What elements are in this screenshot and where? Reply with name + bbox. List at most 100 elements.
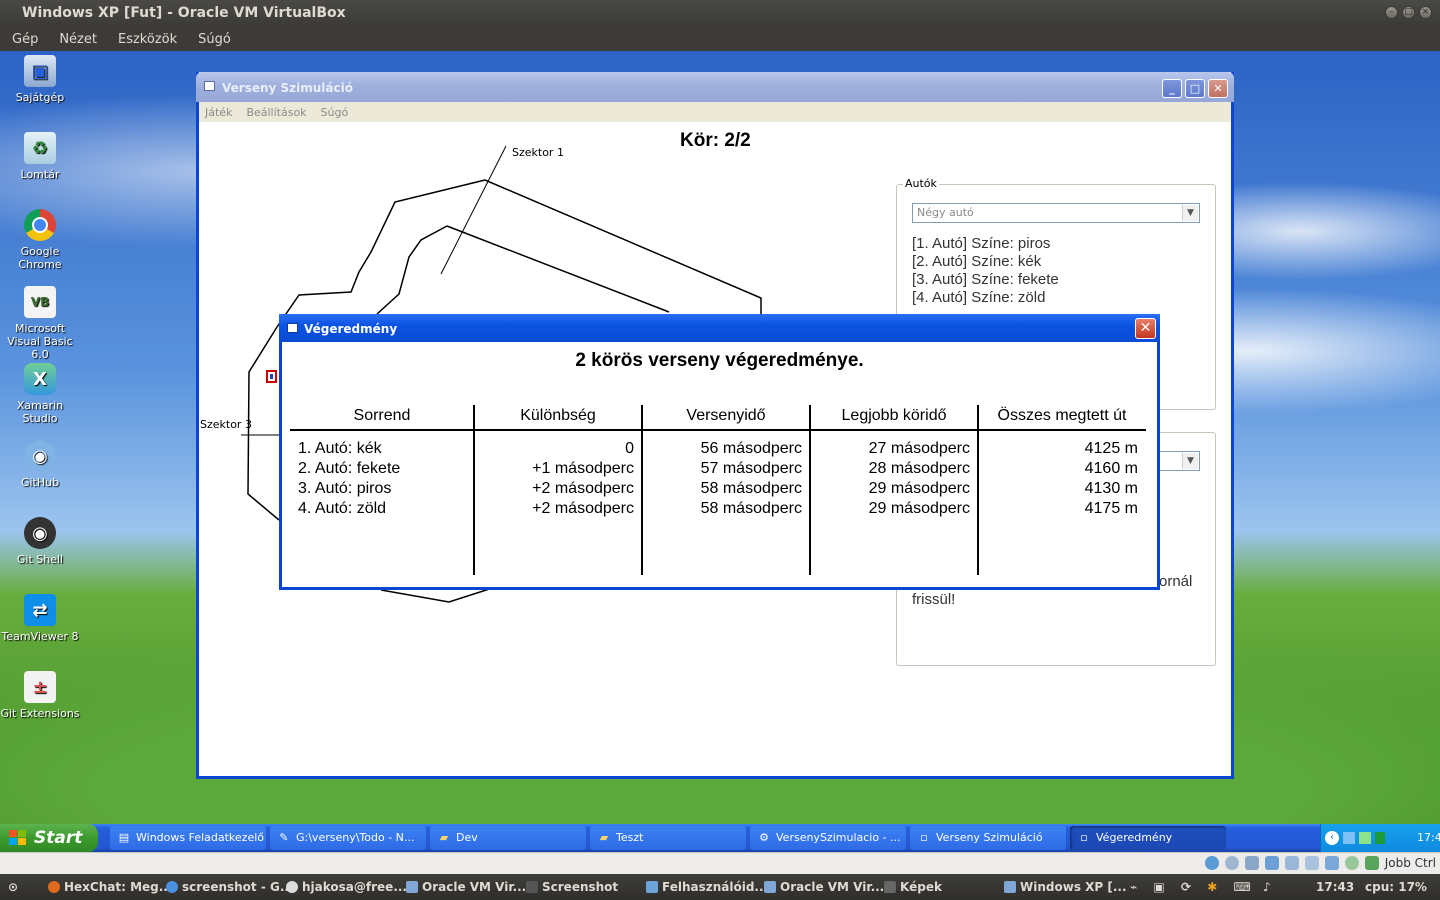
- menu-view[interactable]: Nézet: [47, 32, 106, 47]
- desktop-icon-teamviewer[interactable]: ⇄ TeamViewer 8: [0, 594, 80, 643]
- github-icon: ◉: [24, 440, 56, 472]
- results-heading: 2 körös verseny végeredménye.: [575, 350, 864, 371]
- status-icon[interactable]: ✱: [1207, 880, 1217, 894]
- desktop-icon-label: Git Extensions: [0, 707, 80, 720]
- usb-icon[interactable]: [1244, 856, 1259, 870]
- chevron-left-icon[interactable]: ‹: [1325, 831, 1339, 845]
- panel-window-item[interactable]: Felhasználóid...: [646, 880, 768, 894]
- task-item[interactable]: ▫ Verseny Szimuláció: [910, 826, 1066, 850]
- optical-drive-icon[interactable]: [1224, 856, 1239, 870]
- task-item[interactable]: ▤ Windows Feladatkezelő: [110, 826, 266, 850]
- network-icon[interactable]: [1304, 856, 1319, 870]
- keyboard-icon[interactable]: ⌨: [1233, 880, 1250, 894]
- battery-icon[interactable]: [1375, 832, 1385, 844]
- display-icon[interactable]: [1284, 856, 1299, 870]
- table-cell: 57 másodperc: [700, 460, 802, 477]
- desktop-icon-visual-basic[interactable]: VB Microsoft Visual Basic 6.0: [0, 286, 80, 361]
- safely-remove-icon[interactable]: [1359, 832, 1371, 844]
- task-item[interactable]: ✎ G:\verseny\Todo - N...: [270, 826, 426, 850]
- desktop-icon-label: Sajátgép: [15, 91, 65, 104]
- bluetooth-icon[interactable]: ⌁: [1130, 880, 1137, 894]
- info-text-line: frissül!: [912, 591, 956, 608]
- column-divider: [641, 405, 643, 575]
- desktop-icon-recycle-bin[interactable]: ♻ Lomtár: [0, 132, 80, 181]
- column-header: Összes megtett út: [978, 405, 1146, 431]
- task-label: Verseny Szimuláció: [936, 831, 1043, 844]
- recycle-bin-icon: ♻: [24, 132, 56, 164]
- panel-item-label: hjakosa@free...: [302, 880, 407, 894]
- menu-settings[interactable]: Beállítások: [240, 106, 314, 119]
- close-button[interactable]: ✕: [1135, 318, 1156, 339]
- ubuntu-clock[interactable]: 17:43: [1316, 880, 1354, 894]
- network-icon[interactable]: [1343, 832, 1355, 844]
- video-capture-icon[interactable]: [1324, 856, 1339, 870]
- menu-tools[interactable]: Eszközök: [106, 32, 186, 47]
- window-title: Verseny Szimuláció: [222, 81, 353, 95]
- app-menu-bar: Játék Beállítások Súgó: [199, 102, 1231, 122]
- desktop-icon-chrome[interactable]: Google Chrome: [0, 209, 80, 271]
- menu-help[interactable]: Súgó: [315, 106, 357, 119]
- desktop-icon-git-extensions[interactable]: ± Git Extensions: [0, 671, 80, 720]
- chevron-down-icon[interactable]: ▼: [1182, 205, 1198, 221]
- table-cell: 4. Autó: zöld: [298, 500, 387, 517]
- maximize-icon[interactable]: □: [1402, 6, 1415, 19]
- column-header: Versenyidő: [642, 405, 810, 431]
- chevron-down-icon[interactable]: ▼: [1182, 453, 1198, 469]
- hard-disk-icon[interactable]: [1204, 856, 1219, 870]
- task-item[interactable]: ▰ Teszt: [590, 826, 746, 850]
- minimize-button[interactable]: _: [1162, 79, 1182, 98]
- menu-machine[interactable]: Gép: [0, 32, 47, 47]
- results-dialog-title-bar[interactable]: Végeredmény ✕: [279, 314, 1160, 342]
- panel-window-item-active[interactable]: Windows XP [...: [1004, 880, 1127, 894]
- xamarin-icon: X: [24, 363, 56, 395]
- volume-icon[interactable]: ♪: [1263, 880, 1271, 894]
- car-line: [3. Autó] Színe: fekete: [912, 271, 1059, 288]
- drive-icon[interactable]: ▣: [1153, 880, 1164, 894]
- virtualbox-window-controls: – □ ×: [1385, 6, 1432, 19]
- panel-window-item[interactable]: HexChat: Meg...: [48, 880, 172, 894]
- desktop-icon-git-shell[interactable]: ◉ Git Shell: [0, 517, 80, 566]
- table-cell: 4125 m: [1084, 440, 1138, 457]
- table-cell: 29 másodperc: [868, 480, 970, 497]
- table-cell: 0: [625, 440, 634, 457]
- column-divider: [809, 405, 811, 575]
- race-simulation-title-bar[interactable]: Verseny Szimuláció _ □ ✕: [196, 72, 1234, 102]
- sector-1-line: [440, 145, 507, 275]
- panel-window-item[interactable]: screenshot - G...: [166, 880, 294, 894]
- close-icon[interactable]: ×: [1419, 6, 1432, 19]
- track-inner-border: [376, 225, 448, 315]
- mouse-integration-icon[interactable]: [1344, 856, 1359, 870]
- host-key-label: Jobb Ctrl: [1384, 856, 1436, 870]
- task-item[interactable]: ⚙ VersenySzimulacio - ...: [750, 826, 906, 850]
- start-button[interactable]: Start: [0, 824, 98, 852]
- info-combo[interactable]: ▼: [1157, 451, 1200, 471]
- panel-item-label: Oracle VM Vir...: [780, 880, 885, 894]
- menu-game[interactable]: Játék: [199, 106, 240, 119]
- desktop-icon-label: Git Shell: [16, 553, 64, 566]
- panel-window-item[interactable]: hjakosa@free...: [286, 880, 407, 894]
- desktop-icon-my-computer[interactable]: ▣ Sajátgép: [0, 55, 80, 104]
- car-count-combo[interactable]: Négy autó ▼: [912, 203, 1200, 223]
- menu-help[interactable]: Súgó: [186, 32, 240, 47]
- minimize-icon[interactable]: –: [1385, 6, 1398, 19]
- sync-icon[interactable]: ⟳: [1181, 880, 1191, 894]
- show-desktop-icon[interactable]: ⊙: [8, 880, 18, 894]
- virtualbox-icon: [1004, 881, 1016, 893]
- panel-window-item[interactable]: Képek: [884, 880, 942, 894]
- panel-window-item[interactable]: Screenshot: [526, 880, 618, 894]
- virtualbox-icon: [406, 881, 418, 893]
- task-item-active[interactable]: ▫ Végeredmény: [1070, 826, 1226, 850]
- maximize-button[interactable]: □: [1185, 79, 1205, 98]
- panel-window-item[interactable]: Oracle VM Vir...: [764, 880, 884, 894]
- virtualbox-title-bar: Windows XP [Fut] - Oracle VM VirtualBox: [0, 0, 1440, 27]
- tray-clock[interactable]: 17:43: [1417, 824, 1440, 852]
- table-cell: +2 másodperc: [532, 480, 634, 497]
- desktop-icon-github[interactable]: ◉ GitHub: [0, 440, 80, 489]
- desktop-icon-xamarin[interactable]: X Xamarin Studio: [0, 363, 80, 425]
- shared-folders-icon[interactable]: [1264, 856, 1279, 870]
- task-item[interactable]: ▰ Dev: [430, 826, 586, 850]
- close-button[interactable]: ✕: [1208, 79, 1228, 98]
- task-label: Windows Feladatkezelő: [136, 831, 264, 844]
- chrome-icon: [24, 209, 56, 241]
- panel-window-item[interactable]: Oracle VM Vir...: [406, 880, 526, 894]
